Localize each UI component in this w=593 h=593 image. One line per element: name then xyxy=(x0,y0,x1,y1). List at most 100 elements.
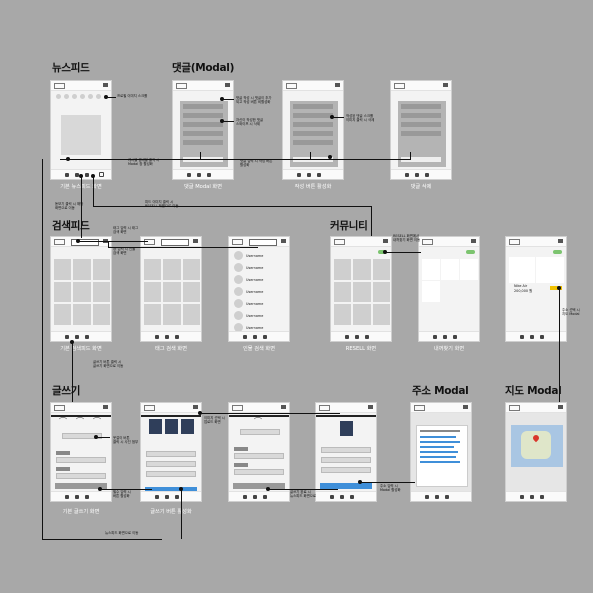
home-icon[interactable] xyxy=(193,405,198,409)
grid-image[interactable] xyxy=(372,281,390,303)
grid-image[interactable] xyxy=(73,304,91,325)
hanger-icon[interactable] xyxy=(85,495,89,499)
grid-image[interactable] xyxy=(182,281,200,303)
hanger-icon[interactable] xyxy=(540,495,544,499)
comment-row[interactable] xyxy=(401,122,441,127)
text-field[interactable] xyxy=(146,451,196,457)
address-line[interactable] xyxy=(420,436,456,438)
hanger-icon[interactable] xyxy=(425,173,429,177)
home-icon[interactable] xyxy=(281,239,286,243)
search-icon[interactable] xyxy=(435,495,439,499)
grid-image[interactable] xyxy=(92,259,110,280)
grid-image[interactable] xyxy=(422,259,440,280)
home-icon[interactable] xyxy=(297,173,301,177)
comment-row[interactable] xyxy=(293,140,333,145)
home-icon[interactable] xyxy=(433,335,437,339)
home-icon[interactable] xyxy=(281,405,286,409)
hanger-icon[interactable] xyxy=(263,335,267,339)
grid-image[interactable] xyxy=(334,281,352,303)
search-icon[interactable] xyxy=(530,335,534,339)
home-icon[interactable] xyxy=(520,335,524,339)
search-icon[interactable] xyxy=(197,173,201,177)
comment-row[interactable] xyxy=(183,140,223,145)
search-icon[interactable] xyxy=(165,335,169,339)
home-icon[interactable] xyxy=(187,173,191,177)
person-name[interactable]: Username xyxy=(246,254,263,258)
grid-image[interactable] xyxy=(92,281,110,303)
edit-icon[interactable] xyxy=(99,172,104,177)
search-icon[interactable] xyxy=(165,495,169,499)
home-icon[interactable] xyxy=(155,495,159,499)
address-line[interactable] xyxy=(420,446,454,448)
avatar[interactable] xyxy=(80,94,85,99)
grid-image[interactable] xyxy=(163,281,181,303)
home-icon[interactable] xyxy=(103,405,108,409)
grid-image[interactable] xyxy=(441,259,459,280)
grid-image[interactable] xyxy=(353,304,371,325)
hanger-icon[interactable]: ⌒ xyxy=(254,416,262,427)
text-field[interactable] xyxy=(56,473,106,479)
text-field[interactable] xyxy=(321,457,371,463)
search-bar[interactable] xyxy=(249,239,277,246)
text-field[interactable] xyxy=(321,467,371,473)
attached-photo[interactable] xyxy=(165,419,178,434)
hanger-icon[interactable] xyxy=(365,335,369,339)
grid-image[interactable] xyxy=(163,304,181,325)
avatar[interactable] xyxy=(96,94,101,99)
comment-row[interactable] xyxy=(401,104,441,109)
person-name[interactable]: Username xyxy=(246,290,263,294)
hanger-icon[interactable] xyxy=(540,335,544,339)
person-name[interactable]: Username xyxy=(246,314,263,318)
person-name[interactable]: Username xyxy=(246,266,263,270)
search-icon[interactable] xyxy=(253,335,257,339)
toggle[interactable] xyxy=(553,250,562,254)
dropdown[interactable] xyxy=(240,429,280,435)
home-icon[interactable] xyxy=(225,83,230,87)
grid-image[interactable] xyxy=(163,259,181,280)
map-view[interactable] xyxy=(511,425,563,467)
hanger-icon[interactable] xyxy=(453,335,457,339)
address-line[interactable] xyxy=(420,451,458,453)
home-icon[interactable] xyxy=(65,335,69,339)
home-icon[interactable] xyxy=(193,239,198,243)
grid-image[interactable] xyxy=(144,281,162,303)
home-icon[interactable] xyxy=(335,83,340,87)
grid-image[interactable] xyxy=(422,281,440,302)
text-field[interactable] xyxy=(56,457,106,463)
toggle[interactable] xyxy=(466,250,475,254)
grid-image[interactable] xyxy=(54,281,72,303)
home-icon[interactable] xyxy=(558,239,563,243)
avatar[interactable] xyxy=(88,94,93,99)
home-icon[interactable] xyxy=(65,173,69,177)
hanger-icon[interactable] xyxy=(175,335,179,339)
comment-row[interactable] xyxy=(183,104,223,109)
search-icon[interactable] xyxy=(415,173,419,177)
hanger-icon[interactable] xyxy=(175,495,179,499)
grid-image[interactable] xyxy=(92,304,110,325)
avatar[interactable] xyxy=(234,311,243,320)
attached-photo[interactable] xyxy=(181,419,194,434)
home-icon[interactable] xyxy=(330,495,334,499)
hanger-icon[interactable]: ⌒ xyxy=(59,416,67,427)
home-icon[interactable] xyxy=(520,495,524,499)
grid-image[interactable] xyxy=(54,259,72,280)
grid-image[interactable] xyxy=(353,281,371,303)
grid-image[interactable] xyxy=(144,259,162,280)
avatar[interactable] xyxy=(234,287,243,296)
search-icon[interactable] xyxy=(307,173,311,177)
comment-row[interactable] xyxy=(293,113,333,118)
comment-row[interactable] xyxy=(401,113,441,118)
search-icon[interactable] xyxy=(355,335,359,339)
address-panel[interactable] xyxy=(416,425,468,487)
comment-row[interactable] xyxy=(183,113,223,118)
search-icon[interactable] xyxy=(253,495,257,499)
hanger-icon[interactable]: ⌒ xyxy=(76,416,84,427)
attached-photo[interactable] xyxy=(149,419,162,434)
home-icon[interactable] xyxy=(345,335,349,339)
home-icon[interactable] xyxy=(471,239,476,243)
text-field[interactable] xyxy=(234,453,284,459)
home-icon[interactable] xyxy=(383,239,388,243)
avatar[interactable] xyxy=(234,299,243,308)
attached-photo[interactable] xyxy=(340,421,353,436)
person-name[interactable]: Username xyxy=(246,278,263,282)
